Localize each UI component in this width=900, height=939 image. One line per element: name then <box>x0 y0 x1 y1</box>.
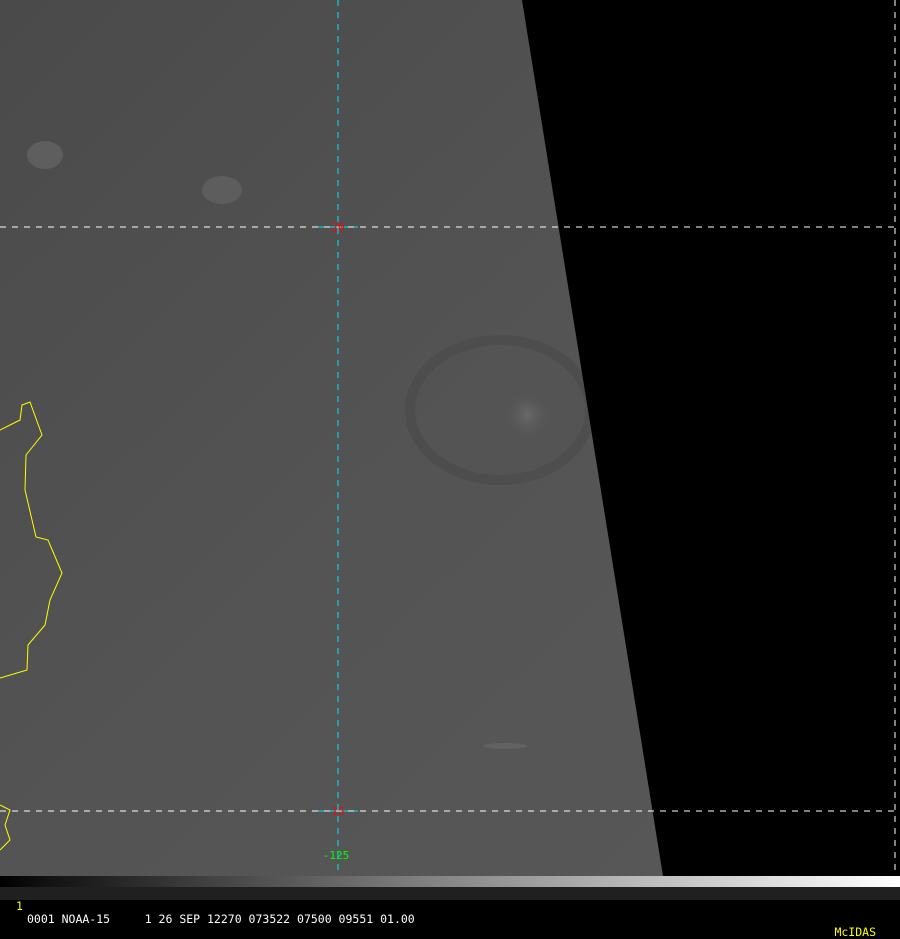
grayscale-colorbar <box>0 876 900 887</box>
storm-eye <box>505 390 550 440</box>
mcidas-label: McIDAS <box>834 925 876 939</box>
satellite-image: 20 15 -125 <box>0 0 900 876</box>
bright-cloud-patch <box>27 141 63 169</box>
image-info: 0001 NOAA-15 1 26 SEP 12270 073522 07500… <box>27 912 415 926</box>
lat-label-20: 20 <box>331 221 344 234</box>
status-bar: 1 0001 NOAA-15 1 26 SEP 12270 073522 075… <box>0 887 900 939</box>
frame-number: 1 <box>16 899 23 913</box>
lon-label-125: -125 <box>323 849 350 862</box>
lat-label-15: 15 <box>331 805 344 818</box>
bright-cloud-streak <box>483 743 527 749</box>
bright-cloud-patch <box>202 176 242 204</box>
